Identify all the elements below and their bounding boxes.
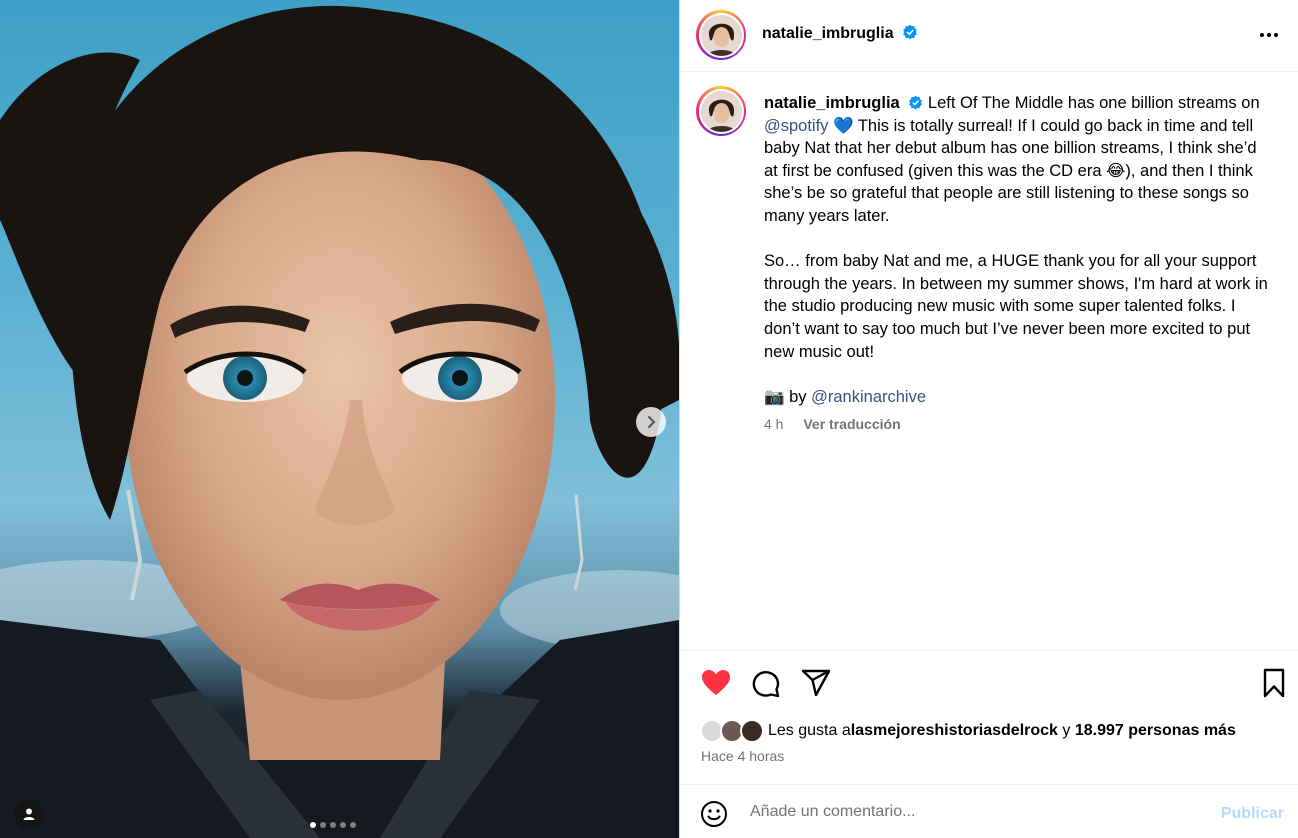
caption-paragraph: So… from baby Nat and me, a HUGE thank y… [764,252,1268,361]
caption-username[interactable]: natalie_imbruglia [764,94,900,112]
post-timestamp: Hace 4 horas [701,748,785,764]
tagged-users-button[interactable] [14,799,44,829]
caption-avatar[interactable] [696,86,746,136]
send-icon [801,669,831,697]
more-options-button[interactable] [1258,24,1280,51]
post-caption: natalie_imbruglia Left Of The Middle has… [764,92,1274,408]
carousel-dot [350,822,356,828]
comment-button[interactable] [750,667,782,704]
likes-prefix: Les gusta a [768,722,851,739]
caption-text: 💙 This is totally surreal! If I could go… [764,116,1257,225]
comment-input[interactable] [750,799,1190,825]
caption-meta: 4 h Ver traducción [764,416,917,432]
bookmark-icon [1263,668,1285,698]
emoji-button[interactable] [700,800,728,833]
header-username[interactable]: natalie_imbruglia [762,25,894,42]
carousel-dot [340,822,346,828]
post-age: 4 h [764,416,784,432]
verified-badge-icon [909,95,923,110]
carousel-indicator [310,822,356,828]
post-photo [0,5,679,838]
like-button[interactable] [700,667,732,704]
post-comment-button[interactable]: Publicar [1221,805,1284,823]
save-button[interactable] [1258,667,1290,704]
avatar [740,719,764,743]
carousel-dot [310,822,316,828]
carousel-dot [330,822,336,828]
photo-credit: 📷 by [764,387,812,406]
mention-link[interactable]: @rankinarchive [811,388,926,406]
carousel-dot [320,822,326,828]
post-media [0,0,679,838]
share-button[interactable] [800,667,832,704]
avatar[interactable] [696,10,746,60]
likes-count[interactable]: 18.997 personas más [1075,722,1236,740]
translate-button[interactable]: Ver traducción [803,416,900,432]
user-icon [23,808,35,820]
chevron-right-icon [648,416,656,428]
next-media-button[interactable] [636,407,666,437]
divider [680,650,1298,651]
smiley-icon [701,801,727,827]
liker-avatars[interactable] [700,718,764,744]
liker-username[interactable]: lasmejoreshistoriasdelrock [851,722,1058,740]
likes-summary: Les gusta a lasmejoreshistoriasdelrock y… [700,718,1236,744]
comment-bar: Publicar [680,785,1298,838]
mention-link[interactable]: @spotify [764,117,828,135]
header-user: natalie_imbruglia [762,24,918,43]
verified-badge-icon [903,24,917,40]
post-details: natalie_imbruglia natalie_imbruglia Left… [680,0,1298,838]
heart-icon [702,670,730,695]
caption-text: Left Of The Middle has one billion strea… [927,94,1260,112]
comment-icon [752,671,780,698]
ellipsis-icon [1260,33,1278,37]
post-header: natalie_imbruglia [680,0,1298,72]
action-bar [700,667,1290,699]
likes-middle: y [1057,722,1075,739]
